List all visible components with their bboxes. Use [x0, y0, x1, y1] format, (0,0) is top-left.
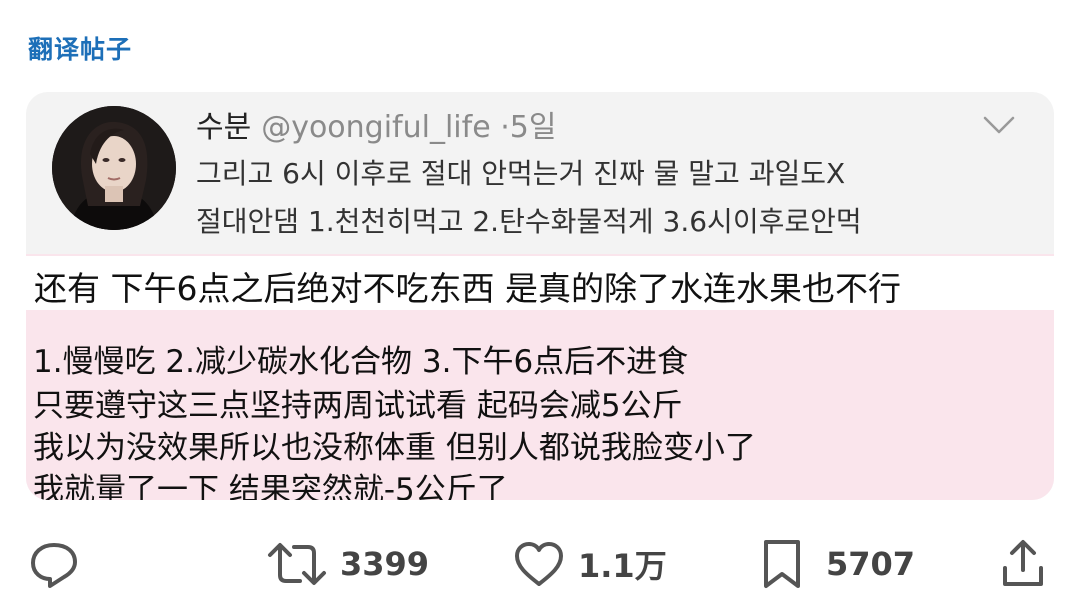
avatar-image	[52, 106, 176, 230]
translation-line: 1.慢慢吃 2.减少碳水化合物 3.下午6点后不进食	[33, 344, 689, 380]
translation-banner-text: 还有 下午6点之后绝对不吃东西 是真的除了水连水果也不行	[34, 269, 901, 308]
chevron-down-icon[interactable]	[982, 114, 1016, 136]
translation-line: 只要遵守这三点坚持两周试试看 起码会减5公斤	[33, 388, 683, 424]
tweet-header: 수분 @yoongiful_life ·5일	[196, 102, 556, 146]
tweet-age[interactable]: 5일	[510, 110, 557, 145]
bookmark-button[interactable]: 5707	[760, 538, 915, 590]
translate-post-link[interactable]: 翻译帖子	[28, 30, 132, 66]
share-icon	[1003, 540, 1043, 586]
tweet-text-line: 그리고 6시 이후로 절대 안먹는거 진짜 물 말고 과일도X	[196, 157, 846, 190]
tweet-text-line: 절대안댐 1.천천히먹고 2.탄수화물적게 3.6시이후로안먹	[196, 205, 862, 238]
translation-banner: 还有 下午6点之后绝对不吃东西 是真的除了水连水果也不行	[26, 256, 1054, 310]
author-handle[interactable]: @yoongiful_life	[261, 110, 490, 145]
reply-button[interactable]	[28, 538, 80, 590]
translation-line: 我以为没效果所以也没称体重 但别人都说我脸变小了	[33, 430, 756, 466]
retweet-icon	[268, 543, 326, 585]
author-name[interactable]: 수분	[196, 110, 251, 145]
avatar[interactable]	[52, 106, 176, 230]
share-button[interactable]	[1000, 538, 1046, 590]
like-count: 1.1万	[578, 547, 667, 585]
bookmark-count: 5707	[826, 545, 916, 583]
like-button[interactable]: 1.1万	[512, 538, 667, 590]
reply-icon	[31, 543, 77, 588]
bookmark-icon	[764, 540, 800, 588]
retweet-button[interactable]: 3399	[266, 538, 429, 590]
translation-line: 我就量了一下 结果突然就-5公斤了	[33, 472, 508, 500]
separator-dot: ·	[500, 110, 510, 145]
retweet-count: 3399	[340, 545, 430, 583]
heart-icon	[515, 542, 563, 586]
